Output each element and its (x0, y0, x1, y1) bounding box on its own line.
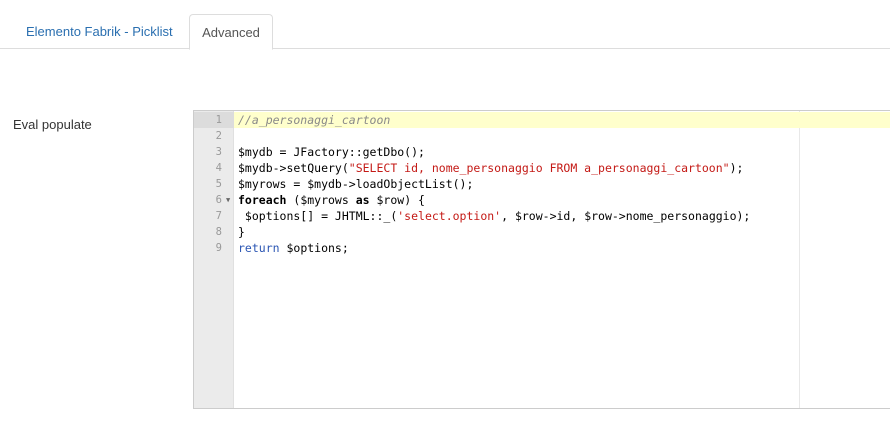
code-editor[interactable]: 1 //a_personaggi_cartoon 2 3 $mydb = JFactor… (193, 110, 890, 409)
tab-advanced[interactable]: Advanced (189, 14, 273, 50)
code-token: , $row->id, $row->nome_personaggio); (501, 209, 751, 223)
fold-arrow-icon[interactable]: ▼ (226, 192, 230, 208)
code-lines[interactable]: 1 //a_personaggi_cartoon 2 3 $mydb = JFactor… (194, 112, 890, 256)
code-token: $mydb->setQuery( (238, 161, 349, 175)
code-text: foreach ($myrows as $row) { (238, 192, 425, 208)
code-line[interactable]: 8} (194, 224, 890, 240)
code-token: $mydb = JFactory::getDbo(); (238, 145, 425, 159)
line-number: 1 (194, 112, 234, 128)
line-number: 3 (215, 146, 222, 158)
code-line[interactable]: 4 $mydb->setQuery("SELECT id, nome_person… (194, 160, 890, 176)
code-token: $options[] = JHTML::_( (238, 209, 398, 223)
eval-populate-label: Eval populate (13, 117, 92, 132)
code-text: $options[] = JHTML::_('select.option', $… (238, 208, 750, 224)
code-line[interactable]: 2 (194, 128, 890, 144)
code-token: ($myrows (286, 193, 356, 207)
code-token: "SELECT id, nome_personaggio FROM a_pers… (348, 161, 730, 175)
line-number: 2 (215, 130, 222, 142)
code-token: ); (729, 161, 744, 175)
code-line[interactable]: 7 $options[] = JHTML::_('select.option',… (194, 208, 890, 224)
code-token: as (355, 193, 370, 207)
line-number: 5 (215, 178, 222, 190)
code-line[interactable]: 6 ▼ foreach ($myrows as $row) { (194, 192, 890, 208)
form-page: Elemento Fabrik - Picklist Advanced Eval… (0, 0, 890, 426)
code-token: } (238, 225, 245, 239)
code-token: $myrows = $mydb->loadObjectList(); (238, 177, 474, 191)
code-text: $myrows = $mydb->loadObjectList(); (238, 176, 473, 192)
line-number: 9 (215, 242, 222, 254)
code-token: $options; (279, 241, 349, 255)
code-token: $row) { (369, 193, 425, 207)
code-token: return (238, 241, 280, 255)
code-line[interactable]: 9 return $options; (194, 240, 890, 256)
code-line[interactable]: 3 $mydb = JFactory::getDbo(); (194, 144, 890, 160)
code-token: foreach (238, 193, 287, 207)
code-text: //a_personaggi_cartoon (238, 112, 390, 128)
line-number: 7 (215, 210, 222, 222)
code-token: 'select.option' (397, 209, 502, 223)
code-text: } (238, 224, 245, 240)
code-line[interactable]: 5 $myrows = $mydb->loadObjectList(); (194, 176, 890, 192)
code-line[interactable]: 1 //a_personaggi_cartoon (194, 112, 890, 128)
code-text: $mydb = JFactory::getDbo(); (238, 144, 425, 160)
line-number: 8 (215, 226, 222, 238)
code-token: //a_personaggi_cartoon (238, 113, 391, 127)
line-number: 4 (215, 162, 222, 174)
code-text: $mydb->setQuery("SELECT id, nome_persona… (238, 160, 743, 176)
code-text: return $options; (238, 240, 349, 256)
tab-elemento-fabrik-picklist[interactable]: Elemento Fabrik - Picklist (14, 14, 186, 49)
tab-bar: Elemento Fabrik - Picklist Advanced (0, 0, 890, 50)
